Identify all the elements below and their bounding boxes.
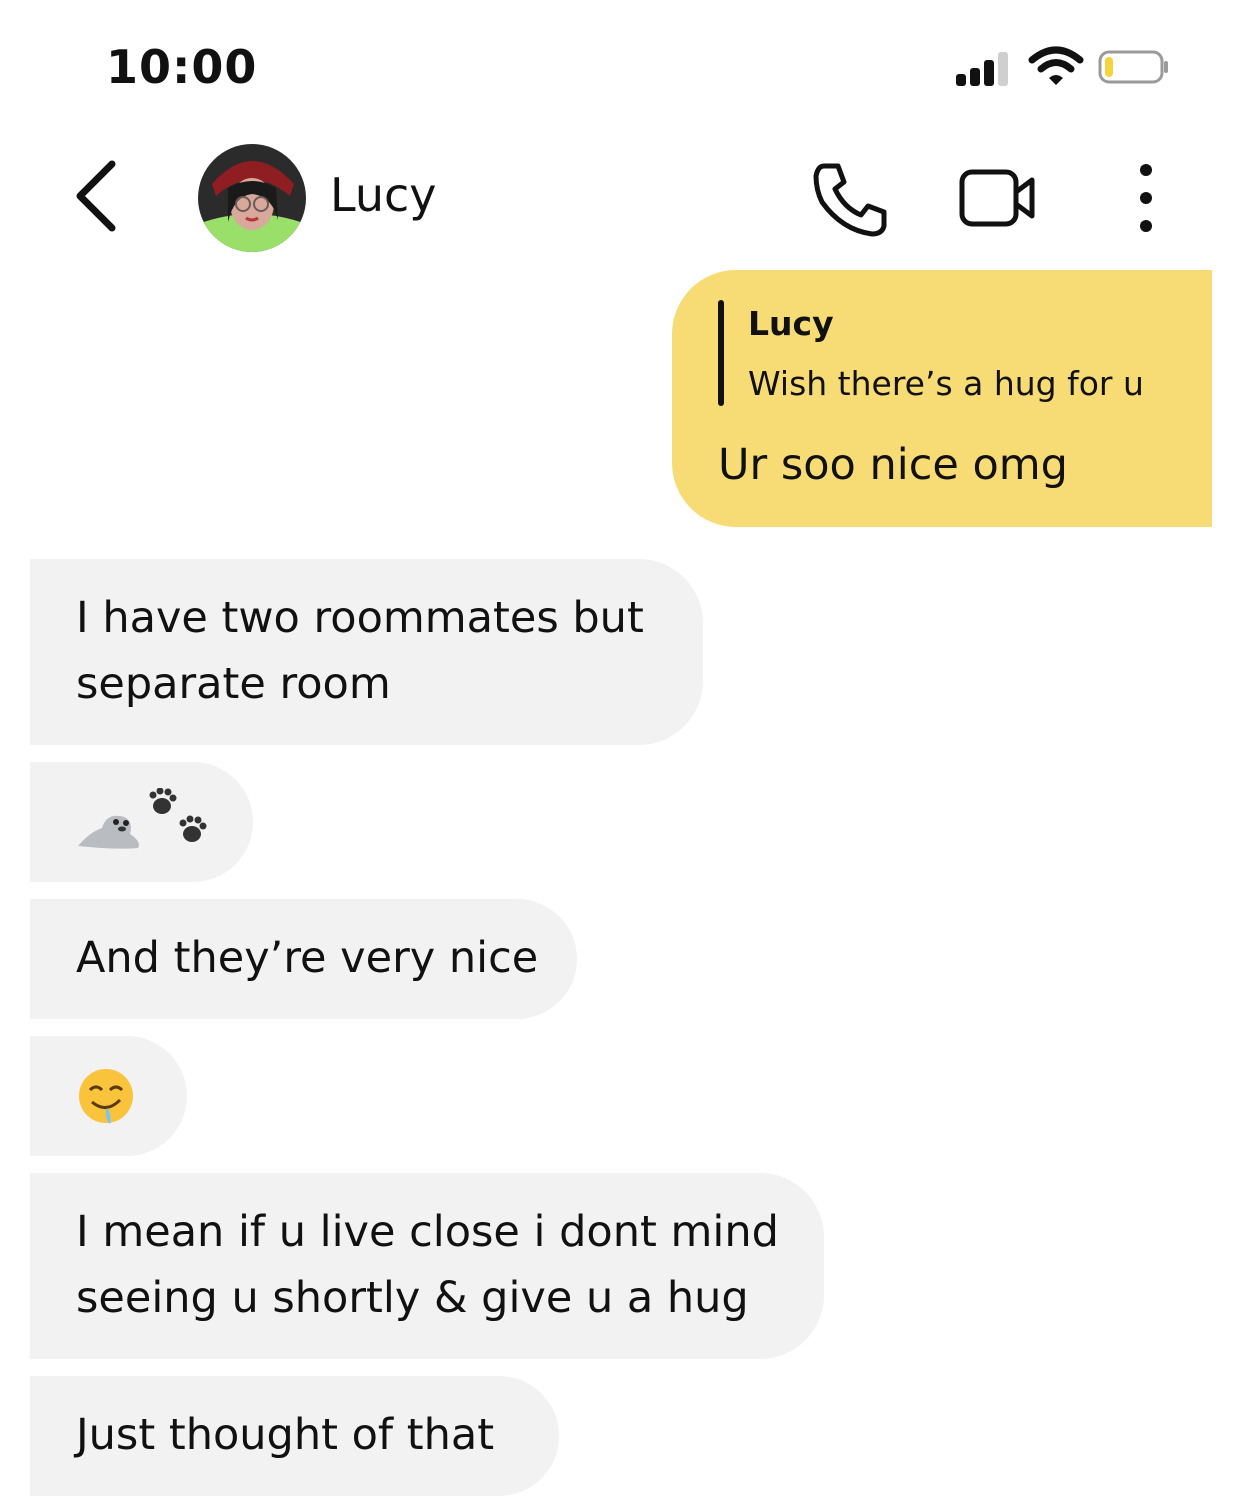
back-button[interactable]	[68, 158, 128, 238]
quoted-author: Lucy	[748, 304, 834, 343]
cellular-signal-icon	[956, 50, 1012, 86]
quote-bar	[718, 300, 724, 406]
contact-avatar[interactable]	[198, 144, 306, 252]
message-text: Ur soo nice omg	[718, 440, 1068, 490]
message-text: Just thought of that	[76, 1410, 495, 1460]
contact-name[interactable]: Lucy	[330, 168, 437, 222]
message-text: And they’re very nice	[76, 933, 539, 983]
status-bar: 10:00	[0, 0, 1242, 130]
message-text: I have two roommates but separate room	[76, 593, 644, 709]
received-emoji-bubble[interactable]	[30, 1036, 187, 1156]
message-text: I mean if u live close i dont mind seein…	[76, 1207, 779, 1323]
drooling-face-emoji	[76, 1066, 136, 1130]
status-time: 10:00	[106, 40, 258, 94]
paw-prints-emoji	[149, 787, 207, 842]
chat-header: Lucy	[0, 130, 1242, 260]
seal-emoji	[78, 815, 139, 849]
received-message-bubble[interactable]: I have two roommates but separate room	[30, 559, 703, 745]
wifi-icon	[1028, 44, 1084, 88]
video-call-icon[interactable]	[958, 166, 1038, 230]
received-emoji-bubble[interactable]	[30, 762, 253, 882]
received-message-bubble[interactable]: Just thought of that	[30, 1376, 559, 1496]
battery-icon	[1098, 50, 1170, 84]
more-options-icon[interactable]	[1122, 158, 1170, 238]
received-message-bubble[interactable]: I mean if u live close i dont mind seein…	[30, 1173, 824, 1359]
phone-call-icon[interactable]	[810, 160, 890, 240]
quoted-text: Wish there’s a hug for u	[748, 364, 1144, 403]
received-message-bubble[interactable]: And they’re very nice	[30, 899, 577, 1019]
sent-message-bubble[interactable]: Lucy Wish there’s a hug for u Ur soo nic…	[672, 270, 1212, 527]
